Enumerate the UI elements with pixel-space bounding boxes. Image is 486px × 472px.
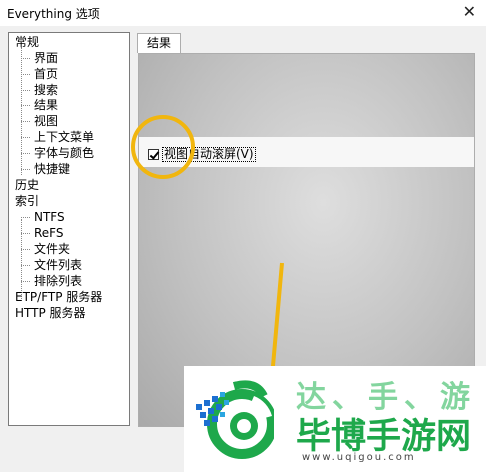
tree-item-font-colors[interactable]: 字体与颜色 xyxy=(34,146,94,161)
tree-item-index[interactable]: 索引 xyxy=(15,194,39,209)
close-icon[interactable]: ✕ xyxy=(463,2,476,21)
title-bar: Everything 选项 ✕ xyxy=(0,0,486,26)
tree-item-ui[interactable]: 界面 xyxy=(34,51,58,66)
tree-item-exclude-list[interactable]: 排除列表 xyxy=(34,274,82,289)
tree-item-general[interactable]: 常规 xyxy=(15,35,39,50)
tree-item-etp-ftp-server[interactable]: ETP/FTP 服务器 xyxy=(15,290,102,305)
window-title: Everything 选项 xyxy=(7,7,100,21)
watermark: 达、手、游 毕博手游网 www.uqigou.com xyxy=(184,366,486,472)
tree-item-shortcuts[interactable]: 快捷键 xyxy=(34,162,70,177)
watermark-logo-icon xyxy=(196,380,274,459)
tree-item-folders[interactable]: 文件夹 xyxy=(34,242,70,257)
watermark-url: www.uqigou.com xyxy=(302,452,416,463)
tree-item-refs[interactable]: ReFS xyxy=(34,226,64,241)
tree-item-home[interactable]: 首页 xyxy=(34,67,58,82)
options-tree[interactable]: 常规 界面 首页 搜索 结果 视图 上下文菜单 字体与颜色 快捷键 历史 索引 … xyxy=(8,32,130,426)
highlight-circle xyxy=(131,115,195,179)
tree-item-view[interactable]: 视图 xyxy=(34,114,58,129)
tab-results[interactable]: 结果 xyxy=(137,33,181,53)
tree-item-history[interactable]: 历史 xyxy=(15,178,39,193)
tree-item-results[interactable]: 结果 xyxy=(34,98,58,113)
tree-connector xyxy=(21,47,22,175)
tree-item-file-lists[interactable]: 文件列表 xyxy=(34,258,82,273)
tree-item-http-server[interactable]: HTTP 服务器 xyxy=(15,306,86,321)
tree-item-context-menu[interactable]: 上下文菜单 xyxy=(34,130,94,145)
tree-item-search[interactable]: 搜索 xyxy=(34,83,58,98)
tree-item-ntfs[interactable]: NTFS xyxy=(34,210,65,225)
tree-connector xyxy=(21,219,22,299)
